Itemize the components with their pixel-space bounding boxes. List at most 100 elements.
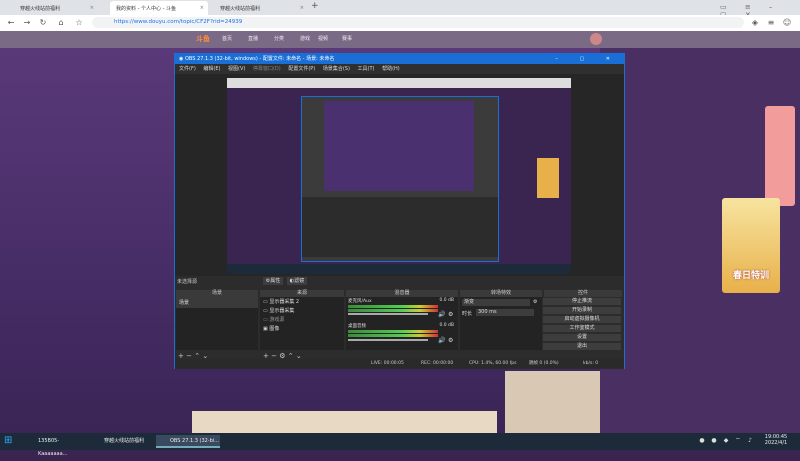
volume-slider[interactable] <box>348 313 428 315</box>
menu-item[interactable]: 文件(F) <box>175 66 196 72</box>
shield-icon[interactable]: ◈ <box>750 18 760 28</box>
tab-title: 我的资料 - 个人中心 - 斗鱼 <box>116 5 176 12</box>
exit-button[interactable]: 退出 <box>543 343 621 350</box>
source-item[interactable]: ▭ 显示器采集 <box>260 306 344 315</box>
obs-window[interactable]: ◉ OBS 27.1.3 (32-bit, windows) - 配置文件: 未… <box>174 53 625 369</box>
sources-list[interactable]: ▭ 显示器采集 2 ▭ 显示器采集 ▭ 游戏源 ▣ 图像 <box>260 297 344 350</box>
dropped-frames: 跳帧 0 (0.0%) <box>529 361 559 366</box>
site-nav-item[interactable]: 首页 <box>222 35 232 42</box>
volume-slider[interactable] <box>348 339 428 341</box>
scenes-list[interactable]: 场景 <box>176 297 258 350</box>
taskbar-item[interactable]: 135B05-Kaaaaaaa... <box>24 435 88 457</box>
menu-item[interactable]: 视图(V) <box>228 66 245 72</box>
forward-icon[interactable]: → <box>22 18 32 28</box>
obs-status-bar: LIVE: 00:00:05 REC: 00:00:00 CPU: 1.4%, … <box>175 359 624 368</box>
site-nav-item[interactable]: 分类 <box>274 35 284 42</box>
browser-tab[interactable]: 穿越火线站前福利 × <box>214 1 308 15</box>
tray-icon[interactable]: ◆ <box>722 437 730 445</box>
no-source-label: 未选择源 <box>177 279 198 285</box>
virtual-camera-button[interactable]: 启动虚拟摄像机 <box>543 316 621 323</box>
windows-start-icon[interactable]: ⊞ <box>4 435 16 447</box>
obs-title-bar[interactable]: ◉ OBS 27.1.3 (32-bit, windows) - 配置文件: 未… <box>175 54 624 64</box>
studio-mode-button[interactable]: 工作室模式 <box>543 325 621 332</box>
page-footer-strip <box>192 411 497 433</box>
back-icon[interactable]: ← <box>6 18 16 28</box>
nested-docks <box>302 197 498 257</box>
promo-banner-small[interactable] <box>765 106 795 206</box>
wifi-icon[interactable]: ⌔ <box>734 437 742 445</box>
volume-icon[interactable]: ♪ <box>746 437 754 445</box>
obs-window-controls[interactable]: – ▢ ✕ <box>555 54 620 64</box>
start-recording-button[interactable]: 开始录制 <box>543 307 621 314</box>
clock-date: 2022/4/1 <box>764 440 788 446</box>
browser-nav-bar: ← → ↻ ⌂ ☆ https://www.douyu.com/topic/CF… <box>0 15 800 32</box>
volume-meter <box>348 334 438 337</box>
tray-icon[interactable]: ● <box>710 437 718 445</box>
gear-icon[interactable]: ⚙ <box>533 299 537 305</box>
menu-icon[interactable]: ≡ <box>766 18 776 28</box>
menu-item[interactable]: 编辑(E) <box>203 66 220 72</box>
settings-button[interactable]: 设置 <box>543 334 621 341</box>
new-tab-button[interactable]: + <box>311 1 319 11</box>
scene-item[interactable]: 场景 <box>176 297 258 308</box>
transition-select[interactable]: 渐变 <box>462 299 530 306</box>
gear-icon[interactable]: ⚙ <box>448 311 453 318</box>
nested-preview <box>324 101 474 191</box>
source-item[interactable]: ▣ 图像 <box>260 324 344 333</box>
promo-banner[interactable]: 春日特训 <box>722 198 780 293</box>
tab-title: 穿越火线站前福利 <box>20 5 61 12</box>
reload-icon[interactable]: ↻ <box>38 18 48 28</box>
obs-title: OBS 27.1.3 (32-bit, windows) - 配置文件: 未命名… <box>184 56 335 62</box>
duration-field[interactable]: 300 ms <box>476 309 534 316</box>
browser-tab-active[interactable]: 我的资料 - 个人中心 - 斗鱼 × <box>110 1 208 15</box>
taskbar-item[interactable]: 穿越火线站前福利 <box>90 435 154 448</box>
taskbar-item-active[interactable]: OBS 27.1.3 (32-bi... <box>156 435 220 448</box>
site-logo[interactable]: 斗鱼 <box>196 34 210 44</box>
obs-bottom-docks: 未选择源 ⚙属性 ◐滤镜 场景 场景 + − ⌃ ⌄ 来源 ▭ 显示器采集 2 … <box>175 276 624 369</box>
source-item[interactable]: ▭ 显示器采集 2 <box>260 297 344 306</box>
obs-logo-icon: ◉ <box>179 56 184 62</box>
properties-button[interactable]: ⚙属性 <box>263 277 283 285</box>
avatar[interactable] <box>590 33 602 45</box>
close-icon[interactable]: × <box>300 5 304 11</box>
user-icon[interactable]: ☺ <box>782 18 792 28</box>
star-icon[interactable]: ☆ <box>74 18 84 28</box>
filters-button[interactable]: ◐滤镜 <box>287 277 307 285</box>
volume-meter <box>348 330 438 333</box>
site-nav-item[interactable]: 游戏 <box>300 35 310 42</box>
site-nav-item[interactable]: 直播 <box>248 35 258 42</box>
nested-obs-window <box>301 96 499 262</box>
site-nav-item[interactable]: 视频 <box>318 35 328 42</box>
live-time: LIVE: 00:00:05 <box>371 361 404 366</box>
clock[interactable]: 19:00:45 2022/4/1 <box>758 434 794 446</box>
nested-browser-bar <box>227 78 571 88</box>
gear-icon[interactable]: ⚙ <box>448 337 453 344</box>
recursive-preview-image <box>227 78 571 274</box>
address-bar[interactable]: https://www.douyu.com/topic/CF2F?rid=249… <box>92 17 744 28</box>
nested-taskbar <box>227 264 571 274</box>
menu-item[interactable]: 工具(T) <box>358 66 375 72</box>
activity-list <box>505 371 600 433</box>
speaker-icon[interactable]: 🔊 <box>438 337 445 344</box>
nested-promo <box>537 158 559 198</box>
menu-item[interactable]: 场景集合(S) <box>323 66 350 72</box>
close-icon[interactable]: × <box>90 5 94 11</box>
speaker-icon[interactable]: 🔊 <box>438 311 445 318</box>
site-header: 斗鱼 首页 直播 分类 游戏 视频 赛事 <box>0 31 800 48</box>
site-nav-item[interactable]: 赛事 <box>342 35 352 42</box>
menu-item[interactable]: 停靠窗口(D) <box>253 66 281 72</box>
tray-icon[interactable]: ● <box>698 437 706 445</box>
duration-label: 时长 <box>462 311 473 317</box>
obs-preview[interactable] <box>175 74 624 276</box>
menu-item[interactable]: 配置文件(P) <box>288 66 315 72</box>
browser-tab-bar: 穿越火线站前福利 × 我的资料 - 个人中心 - 斗鱼 × 穿越火线站前福利 × + … <box>0 0 800 19</box>
browser-tab[interactable]: 穿越火线站前福利 × <box>14 1 98 15</box>
bitrate: kb/s: 0 <box>583 361 599 366</box>
home-icon[interactable]: ⌂ <box>56 18 66 28</box>
stop-streaming-button[interactable]: 停止推流 <box>543 298 621 305</box>
source-item[interactable]: ▭ 游戏源 <box>260 315 344 324</box>
mixer-channel-name: 桌面音频 <box>348 324 366 329</box>
sources-dock-header: 来源 <box>260 290 344 297</box>
menu-item[interactable]: 帮助(H) <box>382 66 400 72</box>
close-icon[interactable]: × <box>200 5 204 11</box>
